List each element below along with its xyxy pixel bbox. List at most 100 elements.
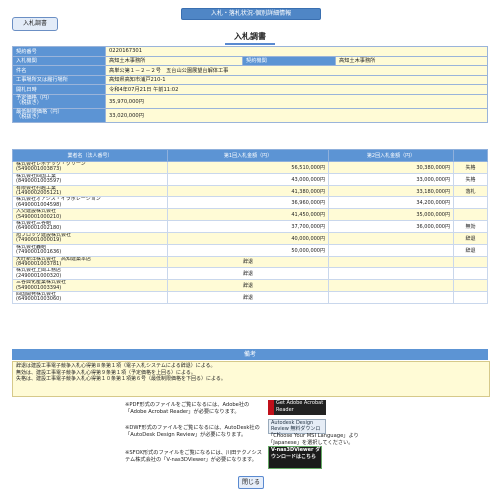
company-cell: 旭ブロック建設株式会社 (7490001000019) (12, 231, 168, 245)
round1-amount: 辞退 (167, 290, 329, 304)
bid-result: 辞退 (453, 243, 488, 257)
estimate-value: 35,970,000円 (105, 93, 488, 109)
remarks-body: 辞退は建設工事電子競争入札心得第８条第１項（電子入札システムによる辞退）による。… (12, 361, 490, 397)
round2-amount (328, 267, 454, 281)
round1-amount: 36,960,000円 (167, 196, 329, 210)
estimate-label: 予定価格（円） （税抜き） (12, 93, 106, 109)
bid-result: 辞退 (453, 231, 488, 245)
table-row: 大旺新洋株式会社 高知建築本店 (8490001003781) 辞退 (12, 255, 488, 269)
company-corporate-number: (6490001003060) (16, 296, 62, 303)
company-cell: 四国開発株式会社 (6490001003060) (12, 290, 168, 304)
opening-date-label: 開札日時 (12, 84, 106, 95)
company-cell: 株式会社轟組 (7490001001636) (12, 243, 168, 257)
table-row: 旭ブロック建設株式会社 (7490001000019) 40,000,000円 辞退 (12, 231, 488, 245)
col-header-round2: 第2回入札金額（円） (328, 149, 454, 162)
table-row: 株式会社三谷組 (6490001002180) 37,700,000円 36,000,… (12, 220, 488, 233)
autodesk-badge[interactable]: Autodesk Design Review 無料ダウンロード (268, 419, 326, 438)
company-corporate-number: (5490001003394) (16, 284, 62, 291)
table-row: 株式会社上岡工務店 (2490001000320) 辞退 (12, 267, 488, 281)
remark-line: 失格は、建設工事電子競争入札心得第１０条第１項第６号（最低制限価格を下回る）によ… (16, 376, 226, 382)
round1-amount: 辞退 (167, 279, 329, 292)
company-corporate-number: (6490001002180) (16, 225, 62, 232)
table-row: 四国開発株式会社 (6490001003060) 辞退 (12, 290, 488, 304)
project-value: 高単公第１－２－２号 五台山公園展望台解体工事 (105, 65, 488, 76)
remarks-header: 備考 (12, 349, 488, 360)
round1-amount: 43,000,000円 (167, 172, 329, 186)
round2-amount: 35,000,000円 (328, 208, 454, 222)
round2-amount: 34,200,000円 (328, 196, 454, 210)
company-cell: 株式会社四国工業 (8490001003597) (12, 172, 168, 186)
bid-results-table: 業者名（法人番号） 第1回入札金額（円） 第2回入札金額（円） 株式会社レボテッ… (12, 149, 488, 304)
col-header-result (453, 149, 488, 162)
company-corporate-number: (7490001001636) (16, 249, 62, 256)
dwf-note: ※DWF形式のファイルをご覧になるには、AutoDesk社の「AutoDesk … (125, 425, 260, 438)
company-corporate-number: (8490001003781) (16, 260, 62, 267)
company-cell: 株式会社オアシス・イラボレーション (6490001004598) (12, 196, 168, 210)
company-cell: 株式会社上岡工務店 (2490001000320) (12, 267, 168, 281)
company-cell: 株式会社三谷組 (6490001002180) (12, 220, 168, 233)
round2-amount (328, 255, 454, 269)
company-cell: 有限会社村越工業 (1490002005121) (12, 184, 168, 198)
bidder-org-label: 入札機関 (12, 55, 106, 66)
location-label: 工事場所又は履行場所 (12, 74, 106, 85)
table-row: 株式会社レボテック・クリーン (5490001003873) 56,510,000円… (12, 161, 488, 174)
bid-result (453, 279, 488, 292)
round1-amount: 辞退 (167, 267, 329, 281)
opening-date-value: 令和4年07月21日 午前11:02 (105, 84, 488, 95)
project-label: 件名 (12, 65, 106, 76)
company-corporate-number: (1490002005121) (16, 190, 62, 197)
vnas-viewer-badge[interactable]: V-nas3DViewer ダウンロードはこちら (268, 446, 322, 469)
company-cell: 大旺新洋株式会社 高知建築本店 (8490001003781) (12, 255, 168, 269)
round1-amount: 辞退 (167, 255, 329, 269)
round2-amount (328, 243, 454, 257)
contract-info-table: 契約番号 0220167301 入札機関 高知土木事務所 契約機関 高知土木事務所 件名… (12, 46, 488, 123)
location-value: 高知県高知市浦戸210-1 (105, 74, 488, 85)
round1-amount: 41,380,000円 (167, 184, 329, 198)
company-cell: 入交建設株式会社 (5490001000210) (12, 208, 168, 222)
round2-amount (328, 290, 454, 304)
bid-result (453, 255, 488, 269)
tab-bid-record[interactable]: 入札調書 (12, 17, 58, 31)
table-row: 株式会社轟組 (7490001001636) 50,000,000円 辞退 (12, 243, 488, 257)
company-corporate-number: (5490001003873) (16, 166, 62, 173)
company-cell: 株式会社レボテック・クリーン (5490001003873) (12, 161, 168, 174)
contract-no-value: 0220167301 (105, 46, 488, 57)
company-corporate-number: (8490001003597) (16, 178, 62, 185)
company-corporate-number: (6490001004598) (16, 201, 62, 208)
table-row: 株式会社オアシス・イラボレーション (6490001004598) 36,960,0… (12, 196, 488, 210)
round1-amount: 37,700,000円 (167, 220, 329, 233)
bid-result: 失格 (453, 172, 488, 186)
bid-result (453, 208, 488, 222)
min-price-label: 最低制限価格（円） （税抜き） (12, 107, 106, 123)
adobe-reader-badge[interactable]: Get Adobe Acrobat Reader (268, 400, 326, 415)
round2-amount: 33,180,000円 (328, 184, 454, 198)
bid-result: 失格 (453, 161, 488, 174)
bid-result (453, 196, 488, 210)
round1-amount: 41,450,000円 (167, 208, 329, 222)
round2-amount (328, 279, 454, 292)
page-top-title: 入札・落札状況-個別詳細情報 (181, 8, 321, 20)
table-row: 株式会社四国工業 (8490001003597) 43,000,000円 33,000… (12, 172, 488, 186)
col-header-round1: 第1回入札金額（円） (167, 149, 329, 162)
bid-result: 無効 (453, 220, 488, 233)
table-row: 三谷興化産業株式会社 (5490001003394) 辞退 (12, 279, 488, 292)
round2-amount: 30,380,000円 (328, 161, 454, 174)
contract-no-label: 契約番号 (12, 46, 106, 57)
company-corporate-number: (2490001000320) (16, 272, 62, 279)
company-corporate-number: (7490001000019) (16, 237, 62, 244)
col-header-company: 業者名（法人番号） (12, 149, 168, 162)
table-row: 入交建設株式会社 (5490001000210) 41,450,000円 35,000… (12, 208, 488, 222)
contract-org-label: 契約機関 (242, 55, 336, 66)
close-button[interactable]: 閉じる (238, 476, 264, 489)
round2-amount: 33,000,000円 (328, 172, 454, 186)
round1-amount: 50,000,000円 (167, 243, 329, 257)
bid-result (453, 290, 488, 304)
round2-amount: 36,000,000円 (328, 220, 454, 233)
contract-org-value: 高知土木事務所 (335, 55, 488, 66)
bid-result: 落札 (453, 184, 488, 198)
bid-result (453, 267, 488, 281)
sfc-note: ※SFOX形式のファイルをご覧になるには、川田テクノシステム株式会社の「V-na… (125, 450, 262, 463)
page-title: 入札調書 (225, 31, 275, 45)
company-cell: 三谷興化産業株式会社 (5490001003394) (12, 279, 168, 292)
round1-amount: 40,000,000円 (167, 231, 329, 245)
